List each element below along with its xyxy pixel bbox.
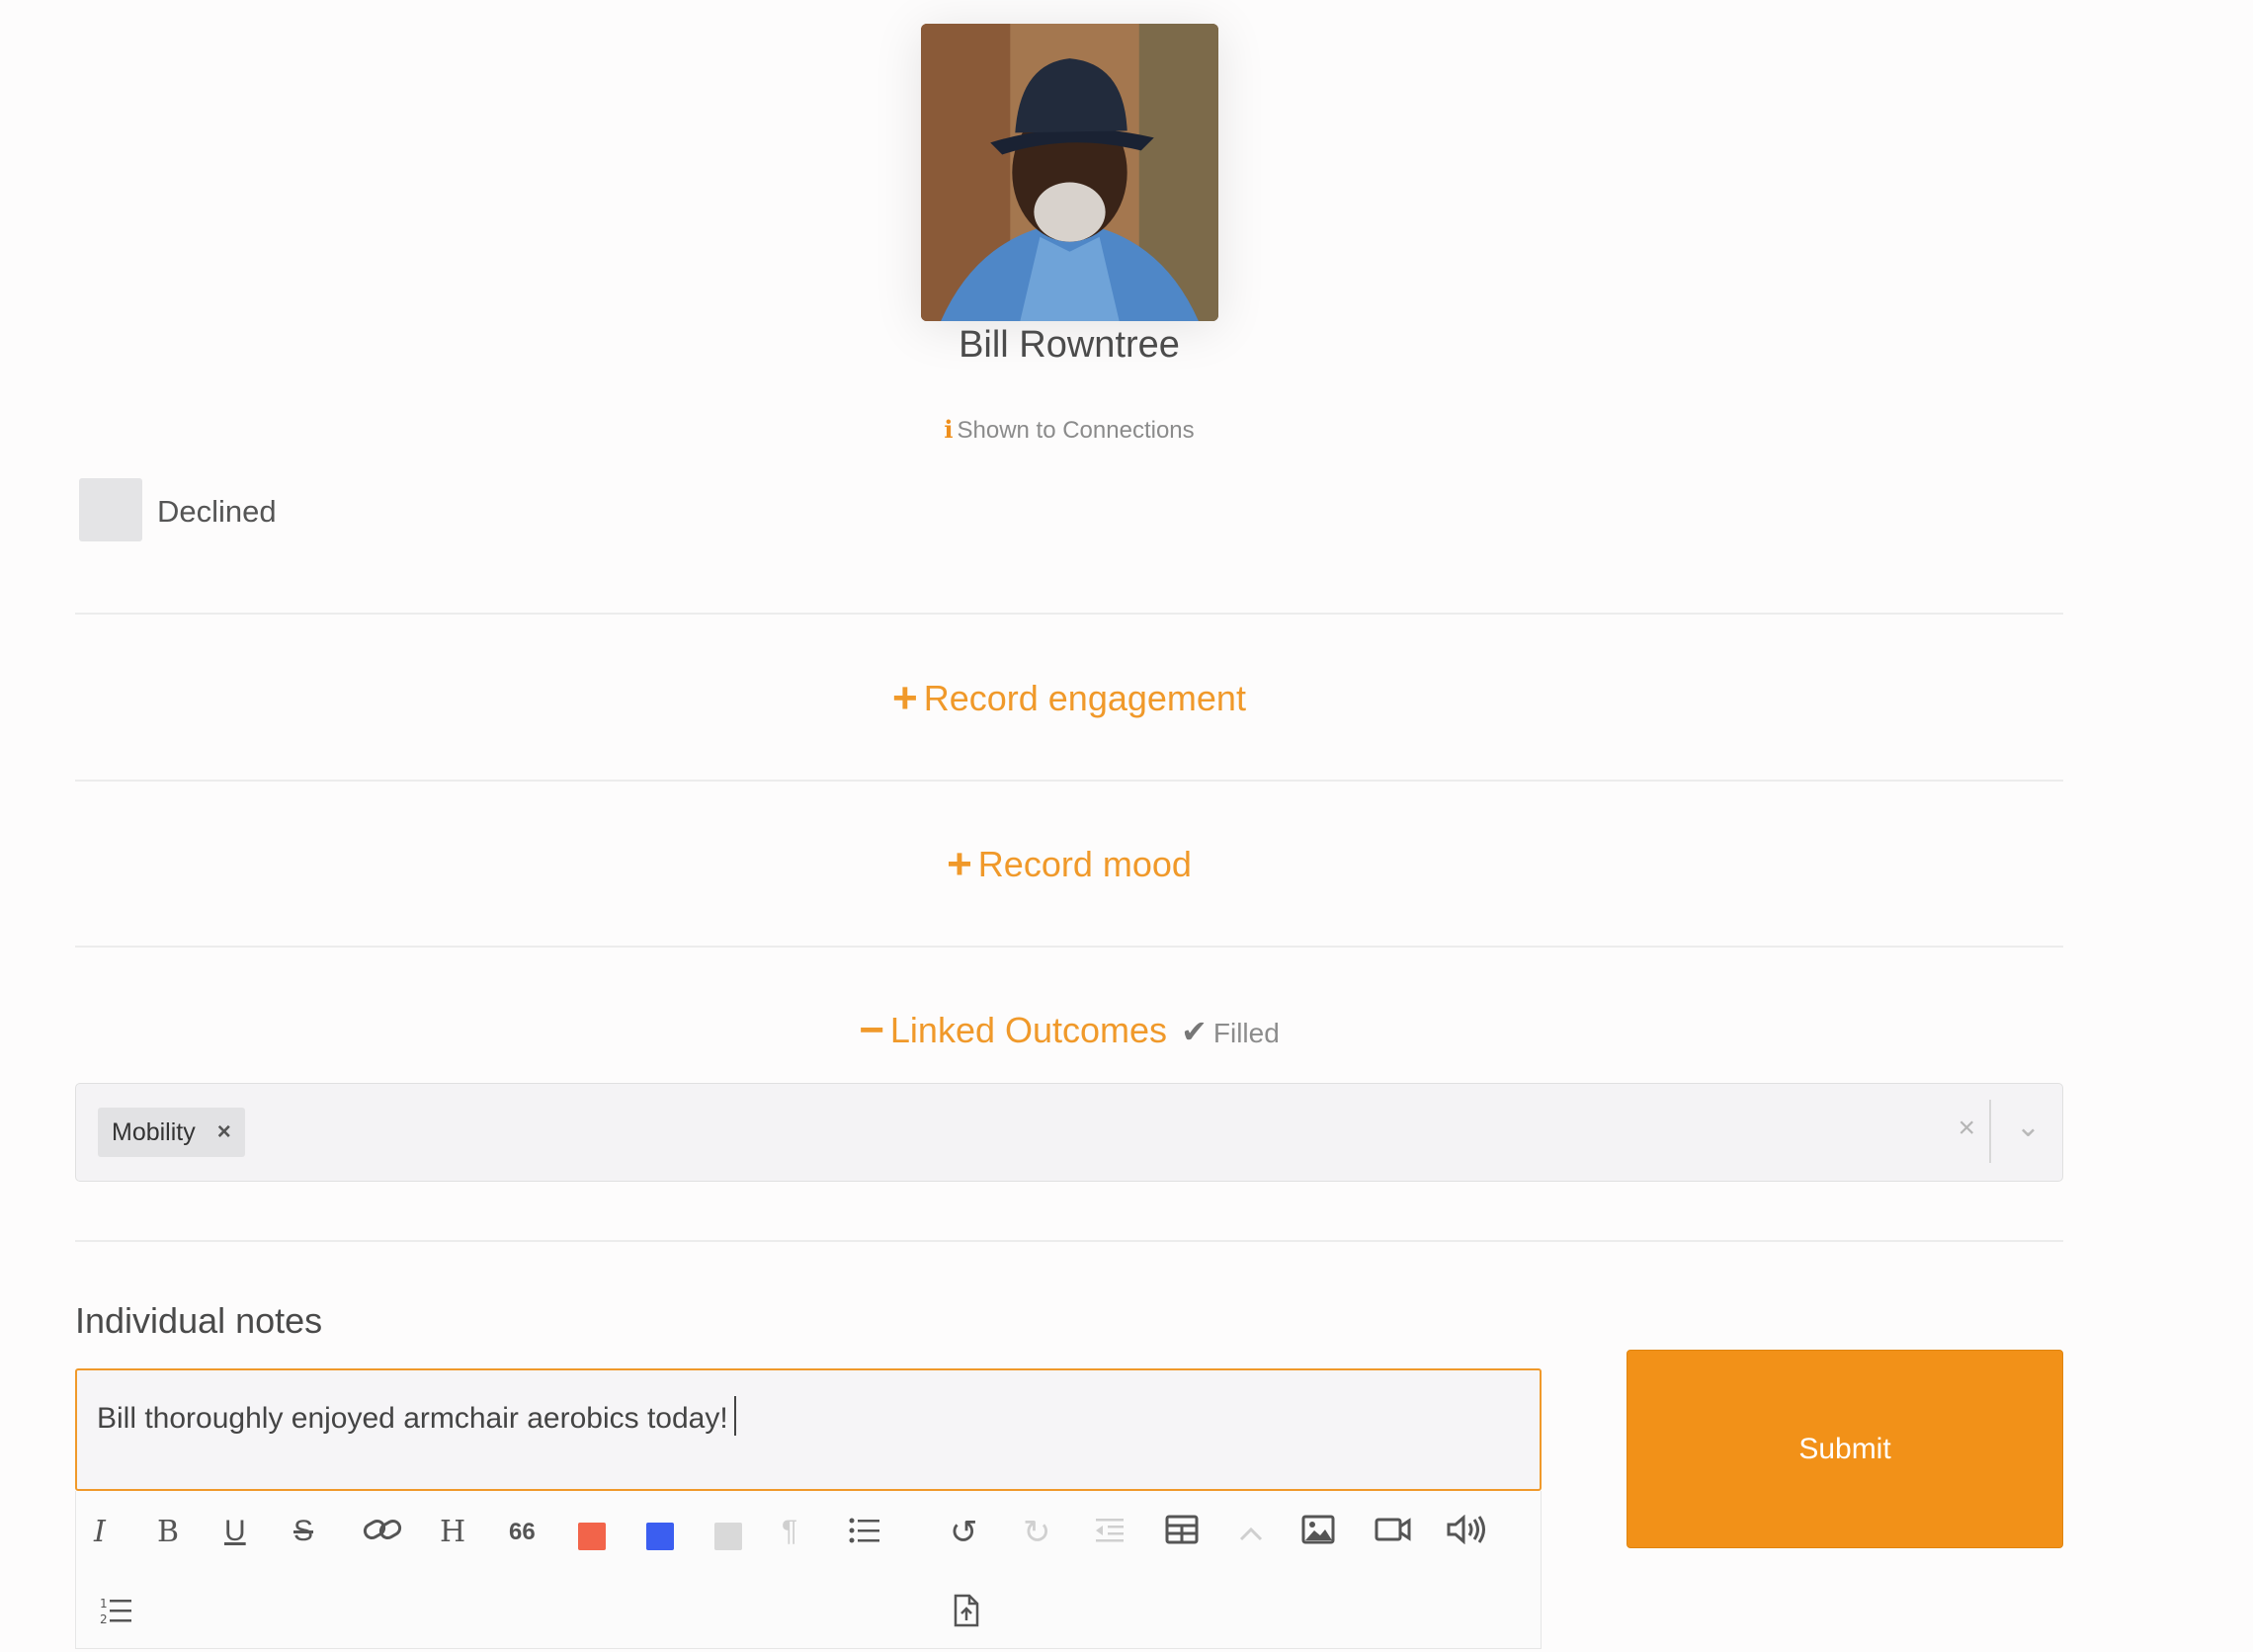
collapse-icon[interactable] [1238, 1519, 1264, 1552]
outcomes-select[interactable]: Mobility × × ⌄ [75, 1083, 2063, 1182]
audio-icon[interactable] [1446, 1514, 1489, 1552]
strikethrough-icon[interactable]: S [293, 1515, 313, 1548]
filled-text: Filled [1212, 1018, 1280, 1048]
clear-icon[interactable]: × [1958, 1112, 1975, 1145]
visibility-text: Shown to Connections [957, 417, 1195, 444]
redo-icon[interactable]: ↻ [1023, 1513, 1051, 1552]
outdent-icon[interactable] [1094, 1517, 1126, 1552]
record-mood-button[interactable]: + Record mood [0, 840, 2138, 889]
select-separator [1989, 1100, 1991, 1163]
check-icon: ✔ [1181, 1014, 1208, 1049]
blue-color-swatch[interactable] [646, 1523, 674, 1550]
grey-color-swatch[interactable] [714, 1523, 742, 1550]
underline-icon[interactable]: U [224, 1515, 246, 1548]
notes-editor[interactable]: Bill thoroughly enjoyed armchair aerobic… [75, 1368, 1542, 1491]
outcome-chip: Mobility × [98, 1108, 245, 1157]
divider [75, 780, 2063, 782]
chip-remove-icon[interactable]: × [217, 1118, 231, 1146]
heading-icon[interactable]: H [440, 1515, 465, 1549]
person-name: Bill Rowntree [959, 324, 1180, 366]
record-mood-label: Record mood [977, 844, 1192, 884]
file-upload-icon[interactable] [954, 1594, 979, 1635]
numbered-list-icon[interactable]: 12 [100, 1596, 133, 1635]
divider [75, 946, 2063, 948]
linked-outcomes-label: Linked Outcomes [889, 1010, 1168, 1050]
record-engagement-label: Record engagement [923, 678, 1246, 718]
avatar [921, 24, 1218, 321]
plus-icon: + [947, 840, 972, 888]
outcome-chip-label: Mobility [112, 1117, 196, 1146]
record-engagement-button[interactable]: + Record engagement [0, 674, 2138, 723]
divider [75, 613, 2063, 615]
declined-checkbox[interactable] [79, 478, 142, 541]
quote-icon[interactable]: 66 [509, 1519, 536, 1546]
info-icon: i [944, 415, 954, 444]
divider [75, 1240, 2063, 1242]
editor-toolbar: I B U S H 66 ¶ ↺ ↻ 12 [75, 1491, 1542, 1649]
notes-text[interactable]: Bill thoroughly enjoyed armchair aerobic… [97, 1402, 728, 1435]
text-caret [733, 1396, 736, 1436]
svg-text:2: 2 [100, 1612, 108, 1626]
visibility-note: i Shown to Connections [0, 415, 2138, 445]
italic-icon[interactable]: I [94, 1515, 106, 1549]
table-icon[interactable] [1165, 1515, 1199, 1552]
chevron-down-icon[interactable]: ⌄ [2016, 1110, 2041, 1144]
bullet-list-icon[interactable] [849, 1517, 880, 1552]
paragraph-icon[interactable]: ¶ [782, 1515, 797, 1548]
notes-label: Individual notes [75, 1300, 323, 1341]
link-icon[interactable] [363, 1513, 402, 1554]
minus-icon: − [859, 1006, 884, 1054]
bold-icon[interactable]: B [157, 1515, 179, 1549]
video-icon[interactable] [1375, 1517, 1412, 1550]
declined-label: Declined [157, 494, 277, 529]
submit-button[interactable]: Submit [1627, 1350, 2063, 1548]
svg-text:1: 1 [100, 1597, 108, 1611]
image-icon[interactable] [1301, 1515, 1335, 1552]
linked-outcomes-toggle[interactable]: − Linked Outcomes ✔ Filled [0, 1006, 2138, 1055]
undo-icon[interactable]: ↺ [950, 1513, 978, 1552]
plus-icon: + [892, 674, 918, 722]
avatar-photo [921, 24, 1218, 321]
red-color-swatch[interactable] [578, 1523, 606, 1550]
filled-status: ✔ Filled [1181, 1014, 1280, 1049]
